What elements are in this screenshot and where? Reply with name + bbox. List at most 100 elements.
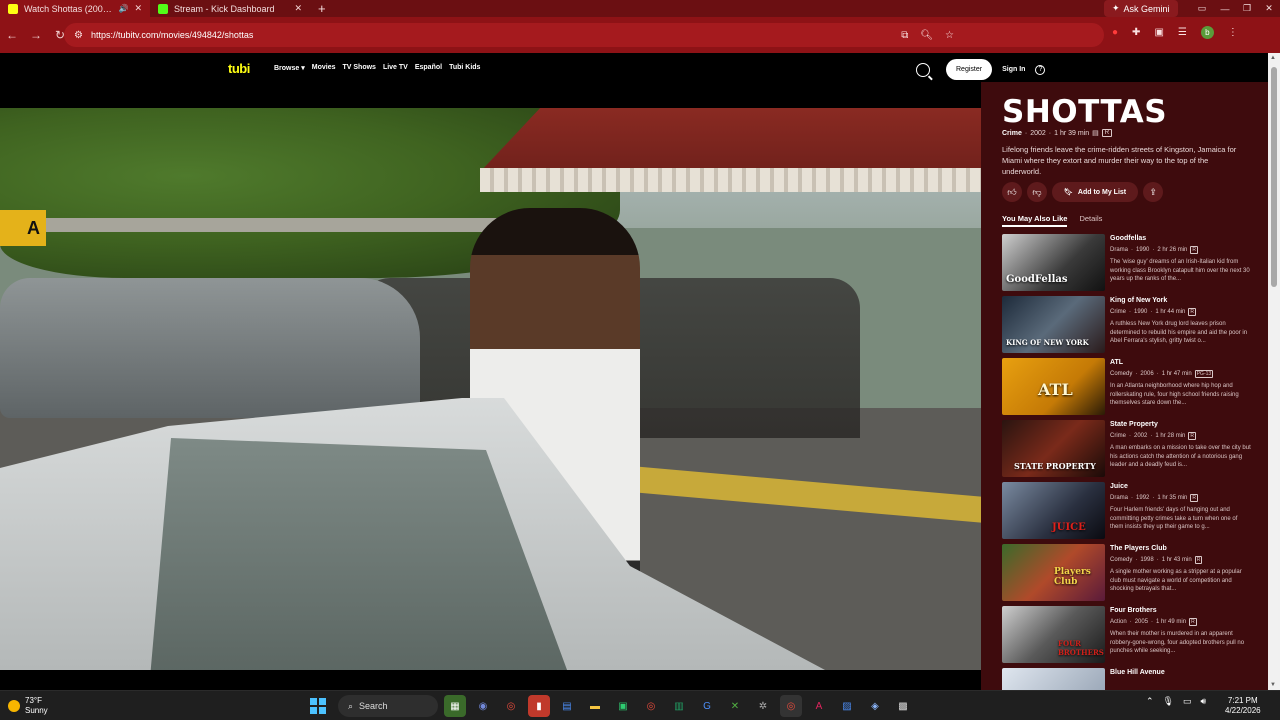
tab-you-may-also-like[interactable]: You May Also Like bbox=[1002, 214, 1068, 227]
ask-gemini-button[interactable]: ✦ Ask Gemini bbox=[1104, 0, 1178, 17]
extension-icons: ● ✚ ▣ ☰ b ⋮ bbox=[1112, 26, 1238, 39]
tab-tubi[interactable]: Watch Shottas (2002) - Free 🔊 ✕ bbox=[0, 0, 150, 17]
widget-icon[interactable]: ▦ bbox=[444, 695, 466, 717]
microphone-icon[interactable]: 🎙︎ bbox=[1163, 696, 1174, 707]
discord-icon[interactable]: ◉ bbox=[472, 695, 494, 717]
app-red-icon[interactable]: ▮ bbox=[528, 695, 550, 717]
url-text: https://tubitv.com/movies/494842/shottas bbox=[90, 30, 254, 40]
speaker-icon[interactable]: 🔊 bbox=[118, 4, 128, 13]
sign-in-link[interactable]: Sign In bbox=[1002, 66, 1025, 73]
zoom-icon[interactable]: 🔍︎ bbox=[920, 30, 933, 41]
close-tab-icon[interactable]: ✕ bbox=[134, 3, 142, 14]
nav-movies[interactable]: Movies bbox=[312, 64, 336, 72]
chrome-icon[interactable]: ◎ bbox=[500, 695, 522, 717]
reco-description: A ruthless New York drug lord leaves pri… bbox=[1110, 321, 1248, 345]
chevron-up-icon[interactable]: ⌃ bbox=[1146, 696, 1154, 707]
close-tab-icon[interactable]: ✕ bbox=[294, 3, 302, 14]
site-info-icon[interactable]: ⚙ bbox=[74, 30, 83, 41]
reco-meta: Comedy · 2006 · 1 hr 47 min PG-13 bbox=[1110, 370, 1214, 378]
gemini-sparkle-icon: ✦ bbox=[1112, 3, 1120, 13]
address-bar[interactable]: ⚙ https://tubitv.com/movies/494842/shott… bbox=[64, 23, 1104, 47]
share-icon[interactable]: ⇪ bbox=[1143, 182, 1164, 202]
reco-title: King of New York bbox=[1110, 297, 1168, 304]
xbox-icon[interactable]: ✕ bbox=[724, 695, 746, 717]
photos-icon[interactable]: ▨ bbox=[836, 695, 858, 717]
reco-duration: 1 hr 47 min bbox=[1161, 371, 1192, 377]
list-item[interactable]: Blue Hill Avenue bbox=[1002, 668, 1252, 690]
reco-description: A single mother working as a stripper at… bbox=[1110, 569, 1242, 593]
reco-info: The Players Club Comedy · 1998 · 1 hr 43 min… bbox=[1110, 544, 1252, 606]
cast-icon[interactable]: ⧉ bbox=[901, 30, 908, 41]
bookmark-star-icon[interactable]: ☆ bbox=[945, 30, 954, 41]
tubi-favicon-icon bbox=[8, 3, 18, 14]
forward-icon[interactable]: → bbox=[24, 28, 48, 42]
app-a-icon[interactable]: A bbox=[808, 695, 830, 717]
reco-description: A man embarks on a mission to take over … bbox=[1110, 445, 1251, 469]
chrome-menu-icon[interactable]: ⋮ bbox=[1228, 27, 1238, 38]
settings-icon[interactable]: ✲ bbox=[752, 695, 774, 717]
chrome-active-icon[interactable]: ◎ bbox=[780, 695, 802, 717]
thumbs-down-icon[interactable]: 👎︎ bbox=[1027, 182, 1047, 202]
tab-details[interactable]: Details bbox=[1079, 214, 1102, 227]
excel-icon[interactable]: ▥ bbox=[668, 695, 690, 717]
reading-list-icon[interactable]: ☰ bbox=[1178, 27, 1187, 38]
nav-browse[interactable]: Browse ▾ bbox=[274, 64, 305, 72]
scrollbar-thumb[interactable] bbox=[1271, 67, 1277, 287]
list-item[interactable]: Players Club The Players Club Comedy · 199… bbox=[1002, 544, 1252, 606]
add-to-my-list-button[interactable]: 🔖︎ Add to My List bbox=[1052, 182, 1139, 202]
list-item[interactable]: STATE PROPERTY State Property Crime · 2002… bbox=[1002, 420, 1252, 482]
register-button[interactable]: Register bbox=[946, 59, 993, 80]
nav-tv-shows[interactable]: TV Shows bbox=[342, 64, 375, 72]
new-tab-icon[interactable]: + bbox=[310, 1, 334, 16]
taskbar-apps: ⌕ Search ▦ ◉ ◎ ▮ ▤ ▬ ▣ ◎ ▥ G ✕ ✲ ◎ A ▨ ◈… bbox=[310, 695, 914, 717]
nav-tubi-kids[interactable]: Tubi Kids bbox=[449, 64, 480, 72]
google-icon[interactable]: G bbox=[696, 695, 718, 717]
nav-espanol[interactable]: Español bbox=[415, 64, 442, 72]
list-item[interactable]: ATL ATL Comedy · 2006 · 1 hr 47 min PG-13 In … bbox=[1002, 358, 1252, 420]
media-control-icon[interactable]: ▣ bbox=[1154, 27, 1163, 38]
list-item[interactable]: GoodFellas Goodfellas Drama · 1990 · 2 hr 26… bbox=[1002, 234, 1252, 296]
app-green-icon[interactable]: ▣ bbox=[612, 695, 634, 717]
close-window-icon[interactable]: ✕ bbox=[1254, 0, 1280, 17]
epic-games-icon[interactable]: ▩ bbox=[892, 695, 914, 717]
notepad-icon[interactable]: ▤ bbox=[556, 695, 578, 717]
search-icon[interactable] bbox=[916, 62, 930, 77]
reco-year: 1990 bbox=[1134, 309, 1148, 315]
help-icon[interactable]: ? bbox=[1035, 64, 1046, 75]
reco-title: Blue Hill Avenue bbox=[1110, 669, 1165, 676]
record-extension-icon[interactable]: ● bbox=[1112, 27, 1118, 38]
tab-strip: Watch Shottas (2002) - Free 🔊 ✕ Stream -… bbox=[0, 0, 1280, 17]
tab-kick[interactable]: Stream - Kick Dashboard ✕ bbox=[150, 0, 310, 17]
list-item[interactable]: KING OF NEW YORK King of New York Crime ·… bbox=[1002, 296, 1252, 358]
kick-favicon-icon bbox=[158, 3, 168, 14]
nav-live-tv[interactable]: Live TV bbox=[383, 64, 408, 72]
windows-start-icon[interactable] bbox=[310, 698, 326, 714]
steam-icon[interactable]: ◈ bbox=[864, 695, 886, 717]
reco-meta: Drama · 1992 · 1 hr 35 min R bbox=[1110, 494, 1199, 502]
volume-icon[interactable]: 🔊︎ bbox=[1201, 696, 1207, 707]
profile-avatar[interactable]: b bbox=[1200, 26, 1214, 39]
file-explorer-icon[interactable]: ▬ bbox=[584, 695, 606, 717]
extensions-puzzle-icon[interactable]: ✚ bbox=[1132, 27, 1140, 38]
video-player[interactable]: A bbox=[0, 108, 981, 670]
list-item[interactable]: FOUR BROTHERS Four Brothers Action · 2005 ·… bbox=[1002, 606, 1252, 668]
poster-thumbnail: STATE PROPERTY bbox=[1002, 420, 1105, 477]
scroll-up-icon[interactable]: ▲ bbox=[1270, 55, 1276, 61]
network-icon[interactable]: ▭ bbox=[1183, 696, 1192, 707]
weather-widget[interactable]: 73°F Sunny bbox=[8, 696, 48, 716]
taskbar-search[interactable]: ⌕ Search bbox=[338, 695, 438, 717]
scroll-down-icon[interactable]: ▼ bbox=[1270, 682, 1276, 688]
reco-description: The 'wise guy' dreams of an Irish-Italia… bbox=[1110, 259, 1250, 283]
reco-description: When their mother is murdered in an appa… bbox=[1110, 631, 1245, 655]
thumbs-up-icon[interactable]: 👍︎ bbox=[1002, 182, 1022, 202]
list-item[interactable]: JUICE Juice Drama · 1992 · 1 hr 35 min R Four… bbox=[1002, 482, 1252, 544]
chrome-alt-icon[interactable]: ◎ bbox=[640, 695, 662, 717]
taskbar-clock[interactable]: 7:21 PM 4/22/2026 bbox=[1225, 696, 1261, 716]
clock-date: 4/22/2026 bbox=[1225, 706, 1261, 715]
reco-rating: R bbox=[1190, 246, 1199, 254]
page-scrollbar[interactable]: ▲ ▼ bbox=[1268, 53, 1280, 690]
tubi-logo[interactable]: tubi bbox=[228, 61, 250, 76]
video-frame-sign: A bbox=[0, 210, 46, 246]
movie-genre[interactable]: Crime bbox=[1002, 130, 1022, 137]
back-icon[interactable]: ← bbox=[0, 28, 24, 42]
